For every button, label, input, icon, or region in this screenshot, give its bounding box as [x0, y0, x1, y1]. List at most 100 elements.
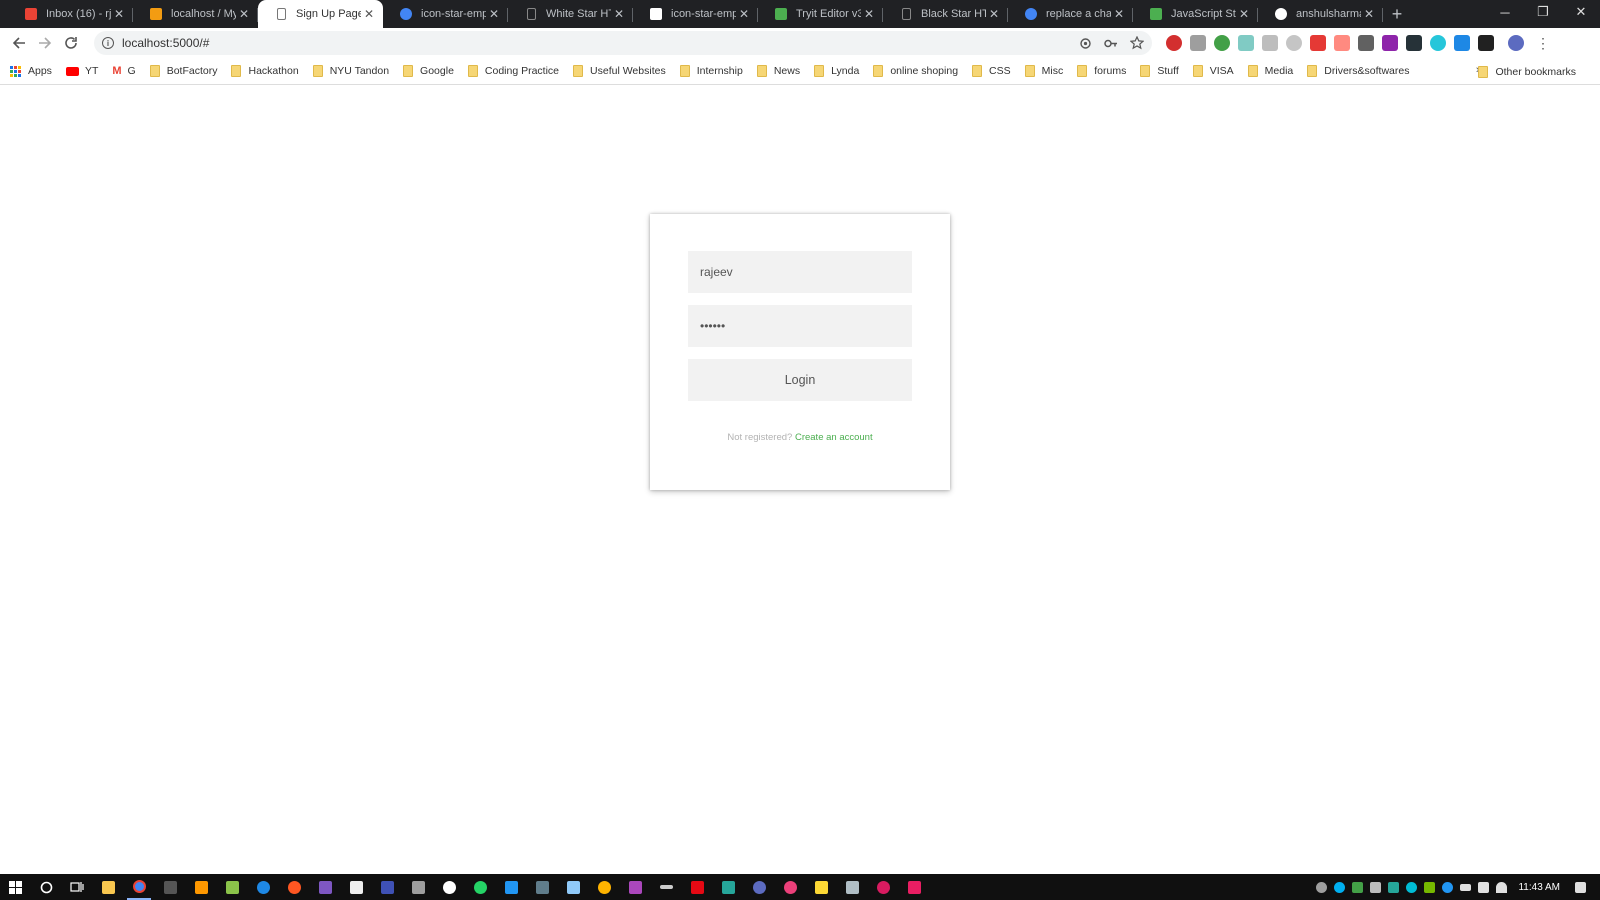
profile-avatar-icon[interactable] [1508, 35, 1524, 51]
tab-close-icon[interactable]: ✕ [1111, 7, 1127, 21]
back-button[interactable] [6, 30, 32, 56]
tab-1[interactable]: Inbox (16) - rj12✕ [8, 0, 133, 28]
minimize-button[interactable]: ─ [1486, 0, 1524, 24]
extension-teal-icon[interactable] [1238, 35, 1254, 51]
tab-close-icon[interactable]: ✕ [361, 7, 377, 21]
tab-4[interactable]: icon-star-empty✕ [383, 0, 508, 28]
bookmark-folder[interactable]: forums [1077, 65, 1126, 77]
taskbar-app[interactable] [158, 874, 182, 900]
extension-purple-icon[interactable] [1382, 35, 1398, 51]
tab-close-icon[interactable]: ✕ [1361, 7, 1377, 21]
taskbar-app[interactable] [871, 874, 895, 900]
bookmark-g[interactable]: M G [112, 65, 135, 77]
restore-button[interactable]: ❐ [1524, 0, 1562, 24]
bookmark-folder[interactable]: Useful Websites [573, 65, 666, 77]
volume-muted-icon[interactable] [1478, 881, 1490, 893]
tab-5[interactable]: White Star HTML✕ [508, 0, 633, 28]
taskbar-app[interactable] [592, 874, 616, 900]
taskbar-app[interactable] [220, 874, 244, 900]
taskbar-app[interactable] [344, 874, 368, 900]
bookmark-folder[interactable]: Stuff [1140, 65, 1179, 77]
pdf-icon[interactable] [1190, 35, 1206, 51]
tab-close-icon[interactable]: ✕ [486, 7, 502, 21]
taskbar-sublime[interactable] [189, 874, 213, 900]
bookmark-apps[interactable]: Apps [10, 65, 52, 77]
bookmark-folder[interactable]: Media [1247, 65, 1293, 77]
bookmark-folder[interactable]: News [756, 65, 800, 77]
taskbar-app[interactable] [406, 874, 430, 900]
taskbar-netflix[interactable] [685, 874, 709, 900]
skype-icon[interactable] [1334, 881, 1346, 893]
taskbar-app[interactable] [375, 874, 399, 900]
taskbar-chrome[interactable] [127, 874, 151, 900]
bookmark-folder[interactable]: Hackathon [231, 65, 299, 77]
bookmark-folder[interactable]: online shoping [873, 65, 958, 77]
tab-6[interactable]: icon-star-empty✕ [633, 0, 758, 28]
bookmark-folder[interactable]: Misc [1024, 65, 1063, 77]
tab-close-icon[interactable]: ✕ [236, 7, 252, 21]
tab-2[interactable]: localhost / MySQ✕ [133, 0, 258, 28]
battery-icon[interactable] [1460, 883, 1472, 891]
taskbar-app[interactable] [282, 874, 306, 900]
extension-salmon-icon[interactable] [1334, 35, 1350, 51]
clock[interactable]: 11:43 AM [1518, 882, 1560, 893]
tray-app-icon[interactable] [1388, 881, 1400, 893]
extension-blue-icon[interactable] [1454, 35, 1470, 51]
taskbar-app[interactable] [716, 874, 740, 900]
tray-app-icon[interactable] [1370, 881, 1382, 893]
taskbar-app[interactable] [530, 874, 554, 900]
create-account-link[interactable]: Create an account [795, 432, 873, 443]
bookmark-folder[interactable]: NYU Tandon [312, 65, 389, 77]
taskbar-sticky-notes[interactable] [809, 874, 833, 900]
tab-close-icon[interactable]: ✕ [111, 7, 127, 21]
reload-button[interactable] [58, 30, 84, 56]
taskbar-steam[interactable] [251, 874, 275, 900]
bookmark-folder[interactable]: BotFactory [149, 65, 217, 77]
taskbar-whatsapp[interactable] [468, 874, 492, 900]
taskbar-file-explorer[interactable] [96, 874, 120, 900]
search-button[interactable] [34, 874, 58, 900]
cloud-icon[interactable] [1286, 35, 1302, 51]
nvidia-icon[interactable] [1424, 881, 1436, 893]
tray-app-icon[interactable] [1406, 881, 1418, 893]
bookmark-folder[interactable]: Drivers&softwares [1307, 65, 1409, 77]
star-icon[interactable] [1130, 36, 1144, 50]
tab-close-icon[interactable]: ✕ [1236, 7, 1252, 21]
rocket-icon[interactable] [1406, 35, 1422, 51]
bookmark-folder[interactable]: Lynda [814, 65, 859, 77]
extension-gray-icon[interactable] [1262, 35, 1278, 51]
bookmark-folder[interactable]: Coding Practice [467, 65, 559, 77]
tab-8[interactable]: Black Star HTML✕ [883, 0, 1008, 28]
start-button[interactable] [3, 874, 27, 900]
taskbar-app[interactable] [313, 874, 337, 900]
username-input[interactable] [688, 251, 912, 293]
bluetooth-icon[interactable] [1442, 881, 1454, 893]
bookmark-folder[interactable]: VISA [1192, 65, 1234, 77]
tray-app-icon[interactable] [1352, 881, 1364, 893]
taskbar-app[interactable] [561, 874, 585, 900]
tab-close-icon[interactable]: ✕ [611, 7, 627, 21]
password-input[interactable] [688, 305, 912, 347]
bookmark-folder[interactable]: Internship [679, 65, 743, 77]
site-info-icon[interactable]: i [102, 37, 114, 49]
taskbar-app[interactable] [623, 874, 647, 900]
tab-9[interactable]: replace a charac✕ [1008, 0, 1133, 28]
login-button[interactable]: Login [688, 359, 912, 401]
extension-green-icon[interactable] [1214, 35, 1230, 51]
menu-icon[interactable]: ⋮ [1536, 35, 1550, 52]
tab-close-icon[interactable]: ✕ [861, 7, 877, 21]
people-icon[interactable] [1316, 881, 1328, 893]
wifi-icon[interactable] [1496, 881, 1508, 893]
taskbar-app[interactable] [902, 874, 926, 900]
extension-cyan-icon[interactable] [1430, 35, 1446, 51]
new-tab-button[interactable]: + [1383, 0, 1411, 28]
bookmark-folder[interactable]: Google [403, 65, 454, 77]
url-text[interactable]: localhost:5000/# [122, 36, 209, 50]
close-window-button[interactable]: ✕ [1562, 0, 1600, 24]
extension-dark-icon[interactable] [1358, 35, 1374, 51]
key-icon[interactable] [1104, 37, 1118, 50]
taskbar-app[interactable] [747, 874, 771, 900]
address-bar[interactable]: i localhost:5000/# [94, 31, 1152, 55]
tab-7[interactable]: Tryit Editor v3.6✕ [758, 0, 883, 28]
bookmark-other[interactable]: Other bookmarks [1478, 58, 1576, 85]
